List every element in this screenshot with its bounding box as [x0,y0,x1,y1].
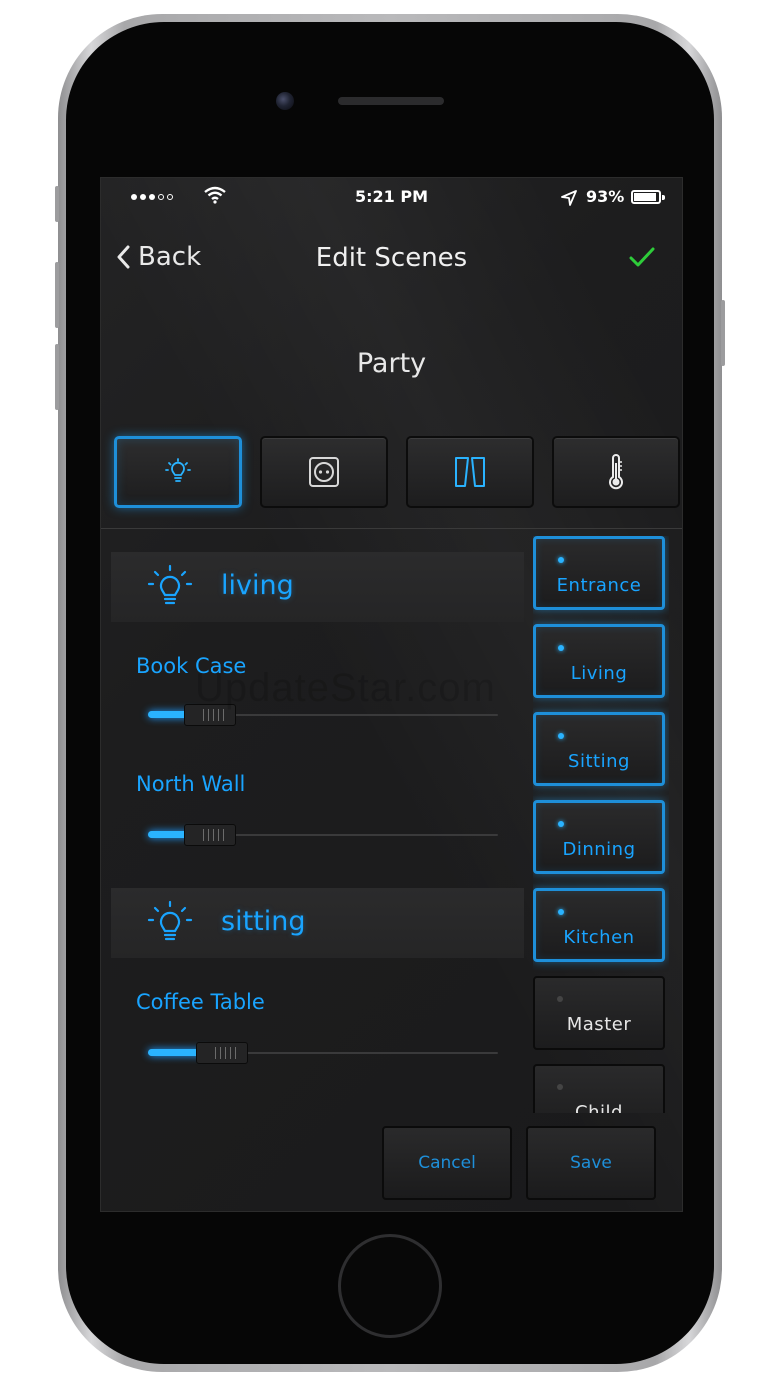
home-button[interactable] [338,1234,442,1338]
room-button-master[interactable]: Master [533,976,665,1050]
location-arrow-icon [561,190,577,206]
lightbulb-icon [147,564,193,605]
app-screen: 5:21 PM 93% Back Edit Scenes Party livin… [100,177,683,1212]
blinds-icon [455,457,485,487]
volume-up-button [55,262,59,328]
room-button-child[interactable]: Child [533,1064,665,1113]
room-label: Child [575,1102,623,1113]
power-button [721,300,725,366]
brightness-slider[interactable] [148,820,498,850]
room-label: Kitchen [563,927,635,948]
mute-switch [55,186,59,222]
indicator-led [558,821,564,827]
checkmark-icon[interactable] [629,246,655,268]
indicator-led [557,996,563,1002]
indicator-led [558,733,564,739]
device-label: Coffee Table [136,990,265,1014]
slider-thumb[interactable] [183,824,236,846]
brightness-slider[interactable] [148,1038,498,1068]
battery-level [634,193,656,201]
room-button-living[interactable]: Living [533,624,665,698]
front-camera [276,92,294,110]
group-label: sitting [221,906,306,937]
room-button-dinning[interactable]: Dinning [533,800,665,874]
divider [101,528,682,529]
indicator-led [558,645,564,651]
battery-percent: 93% [586,187,625,206]
room-label: Entrance [556,575,642,596]
tab-climate[interactable] [552,436,680,508]
device-label: North Wall [136,772,246,796]
room-label: Sitting [568,751,630,772]
save-button[interactable]: Save [526,1126,656,1200]
group-header-living: living [111,552,524,622]
indicator-led [557,1084,563,1090]
brightness-slider[interactable] [148,700,498,730]
cancel-button[interactable]: Cancel [382,1126,512,1200]
room-button-entrance[interactable]: Entrance [533,536,665,610]
tab-blinds[interactable] [406,436,534,508]
room-button-sitting[interactable]: Sitting [533,712,665,786]
thermometer-icon [609,454,623,490]
tab-lighting[interactable] [114,436,242,508]
group-label: living [221,570,294,601]
battery-icon [631,190,665,204]
group-header-sitting: sitting [111,888,524,958]
room-button-kitchen[interactable]: Kitchen [533,888,665,962]
slider-thumb[interactable] [183,704,236,726]
outlet-icon [309,457,339,487]
indicator-led [558,909,564,915]
volume-down-button [55,344,59,410]
page-title: Edit Scenes [315,243,468,273]
slider-thumb[interactable] [195,1042,248,1064]
indicator-led [558,557,564,563]
earpiece-speaker [338,97,444,105]
tab-outlets[interactable] [260,436,388,508]
room-label: Master [566,1014,632,1035]
room-label: Dinning [562,839,636,860]
scene-name: Party [356,348,427,379]
room-list[interactable]: Entrance Living Sitting Dinning Kitchen … [533,536,669,1113]
lightbulb-icon [147,900,193,941]
lightbulb-icon [165,458,191,482]
device-label: Book Case [136,654,247,678]
status-bar: 5:21 PM 93% [101,178,682,218]
room-label: Living [570,663,628,684]
